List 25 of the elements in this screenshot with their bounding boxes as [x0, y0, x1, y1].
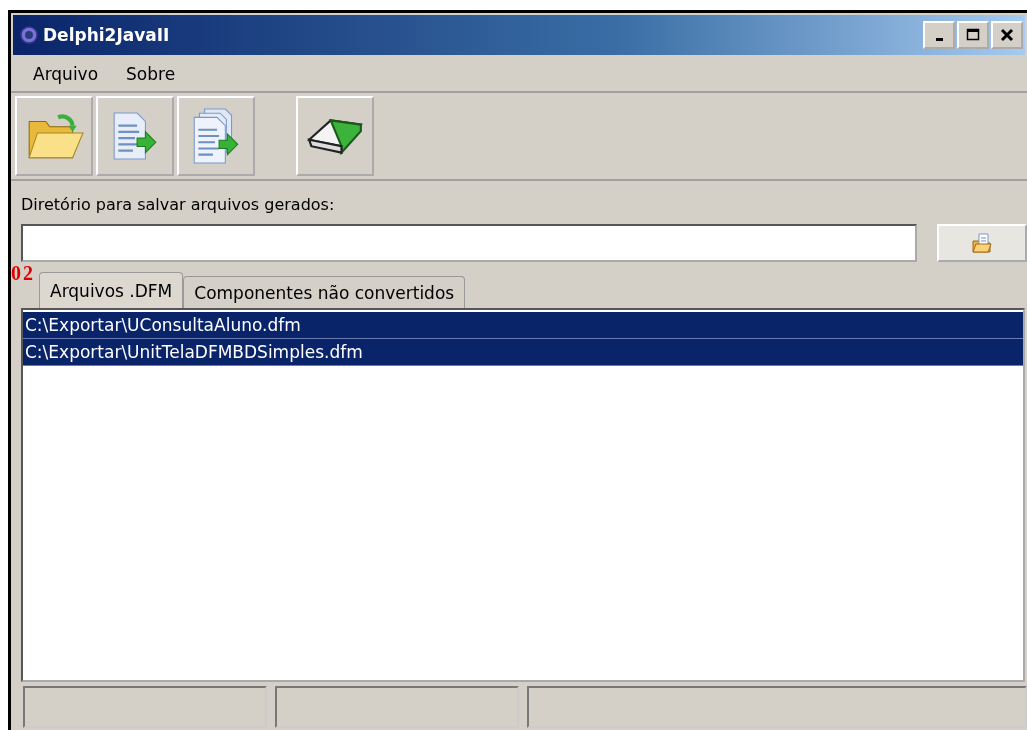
documents-arrow-icon [192, 107, 240, 165]
open-folder-button[interactable] [15, 96, 93, 176]
directory-label: Diretório para salvar arquivos gerados: [21, 195, 336, 214]
eraser-icon [307, 117, 363, 155]
file-list-item[interactable]: C:\Exportar\UnitTelaDFMBDSimples.dfm [23, 339, 1023, 366]
directory-field[interactable] [21, 224, 917, 262]
minimize-icon [935, 37, 943, 41]
folder-document-icon [970, 231, 994, 255]
maximize-icon [966, 28, 980, 42]
convert-button[interactable] [177, 96, 255, 176]
tab[interactable]: Arquivos .DFM [39, 272, 184, 308]
eraser-button[interactable] [296, 96, 374, 176]
tab[interactable]: Componentes não convertidos [183, 276, 466, 308]
menu-item[interactable]: Sobre [126, 64, 176, 84]
file-list-item[interactable]: C:\Exportar\UConsultaAluno.dfm [23, 312, 1023, 339]
maximize-button[interactable] [957, 21, 989, 49]
convert-button[interactable] [96, 96, 174, 176]
window-title: Delphi2JavaII [43, 25, 170, 45]
gear-icon [19, 25, 39, 45]
annotation-number: 02 [11, 262, 35, 285]
menu-item[interactable]: Arquivo [33, 64, 99, 84]
close-icon [1000, 28, 1014, 42]
close-button[interactable] [991, 21, 1023, 49]
minimize-button[interactable] [923, 21, 955, 49]
document-arrow-icon [112, 111, 158, 161]
